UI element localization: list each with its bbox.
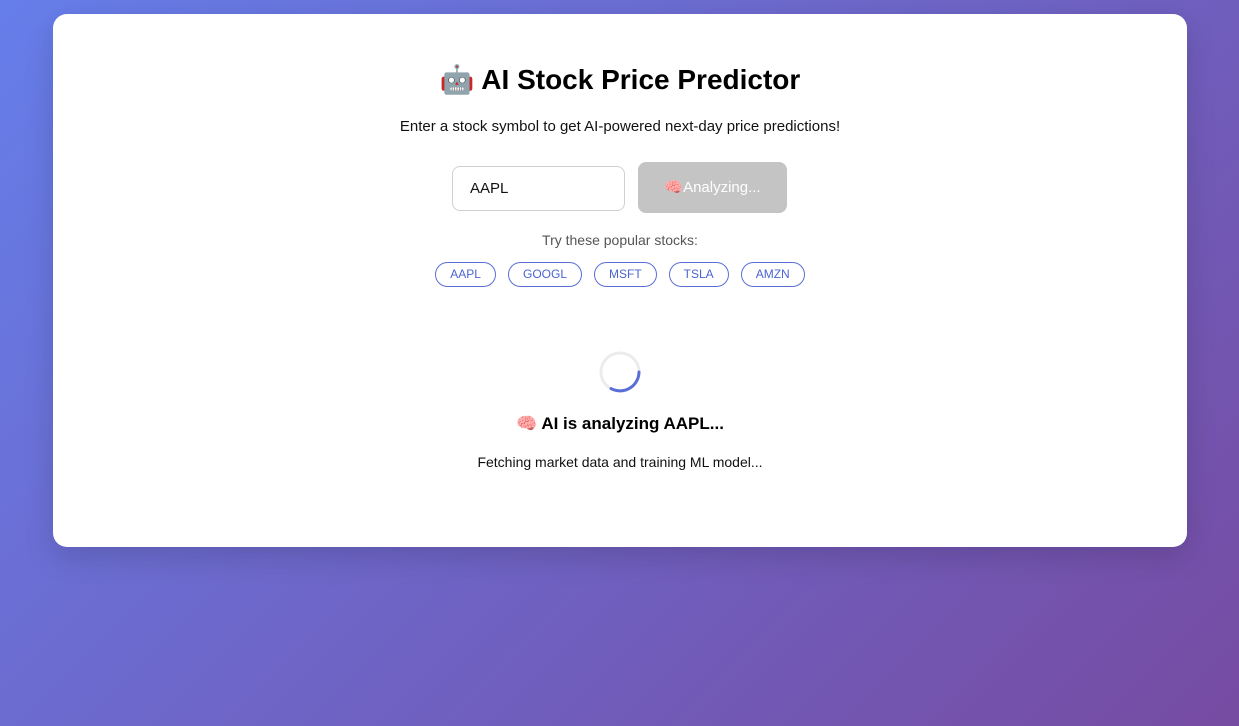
stock-chip-msft[interactable]: MSFT xyxy=(594,262,657,287)
page-subtitle: Enter a stock symbol to get AI-powered n… xyxy=(399,118,841,135)
loading-message: Fetching market data and training ML mod… xyxy=(477,454,763,470)
popular-stocks-list: AAPL GOOGL MSFT TSLA AMZN xyxy=(53,262,1187,287)
popular-stocks-label: Try these popular stocks: xyxy=(542,232,698,248)
stock-chip-amzn[interactable]: AMZN xyxy=(740,262,805,287)
stock-chip-tsla[interactable]: TSLA xyxy=(668,262,729,287)
loading-title: 🧠 AI is analyzing AAPL... xyxy=(53,413,1187,435)
loading-title-text: AI is analyzing AAPL... xyxy=(541,414,724,433)
page-title-text: AI Stock Price Predictor xyxy=(481,64,801,95)
search-row: 🧠Analyzing... xyxy=(53,162,1187,213)
page-title: 🤖 AI Stock Price Predictor xyxy=(53,60,1187,100)
predict-button-label: Analyzing... xyxy=(683,179,761,196)
predictor-card: 🤖 AI Stock Price Predictor Enter a stock… xyxy=(53,14,1187,547)
stock-symbol-input[interactable] xyxy=(452,166,625,211)
stock-chip-googl[interactable]: GOOGL xyxy=(507,262,582,287)
loading-spinner-icon xyxy=(599,351,641,393)
robot-icon: 🤖 xyxy=(439,63,475,96)
brain-icon: 🧠 xyxy=(664,178,684,196)
stock-chip-aapl[interactable]: AAPL xyxy=(435,262,496,287)
predict-button[interactable]: 🧠Analyzing... xyxy=(638,162,787,213)
brain-icon: 🧠 xyxy=(516,414,538,434)
